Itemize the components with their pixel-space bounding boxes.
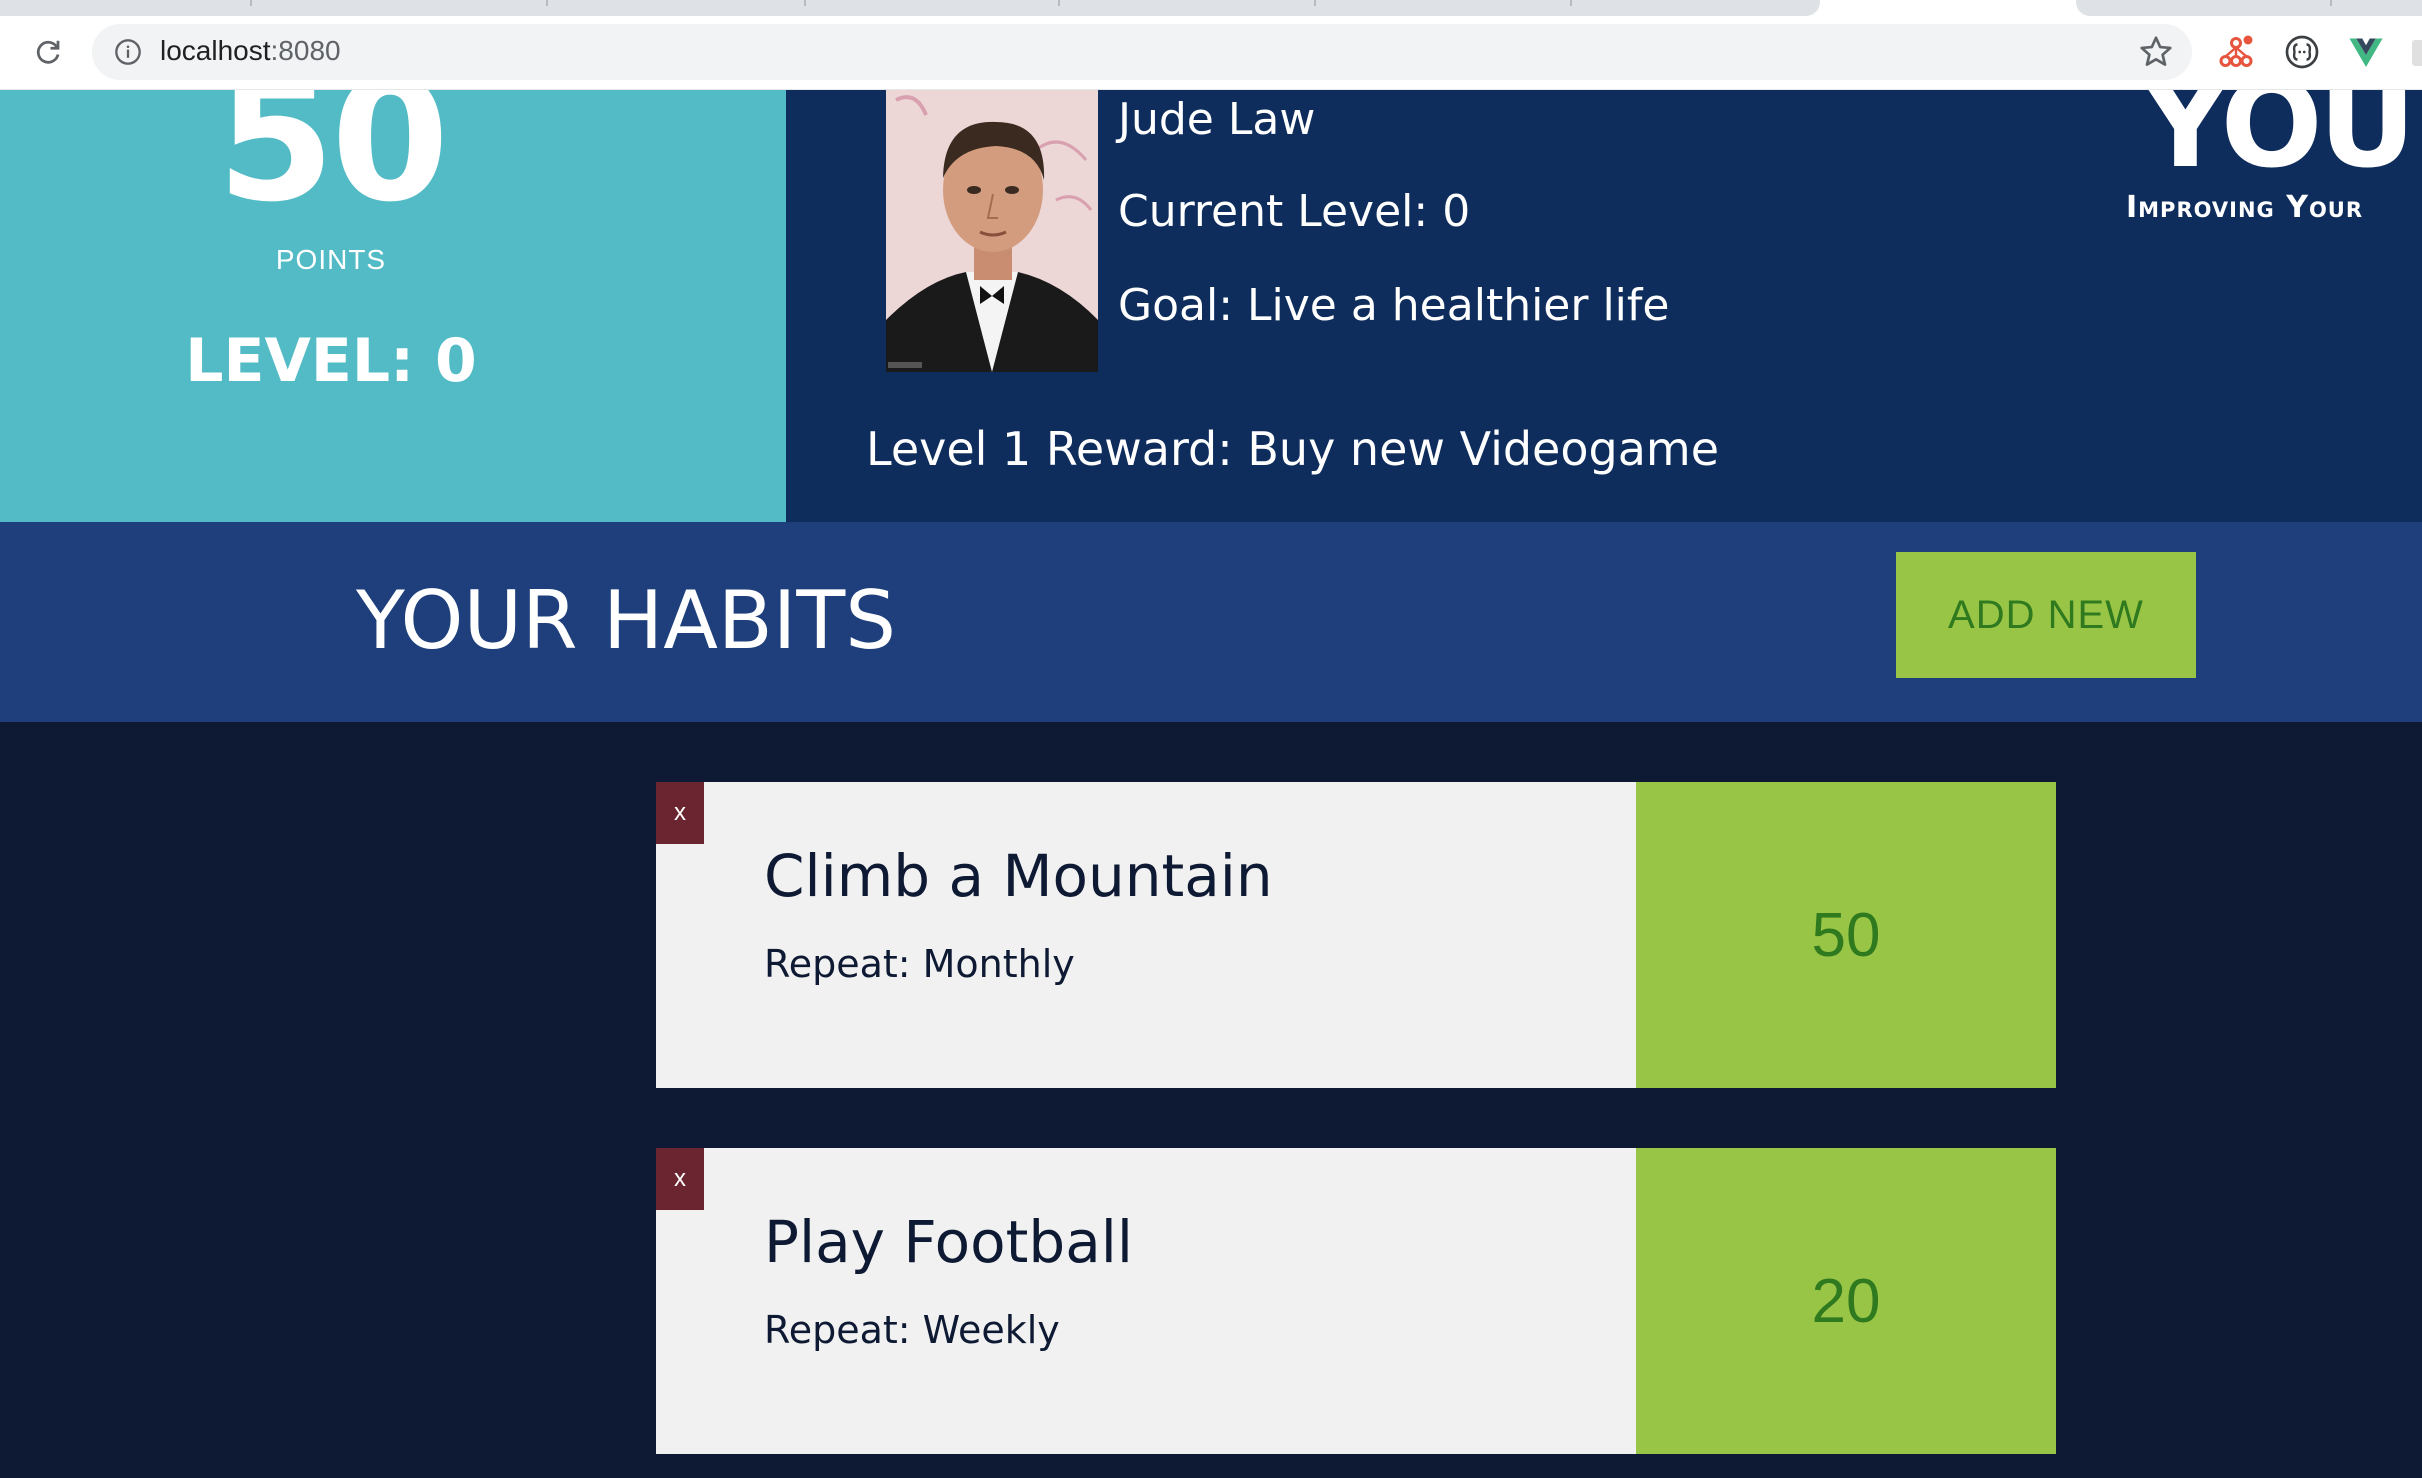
habit-points-button[interactable]: 50 bbox=[1636, 782, 2056, 1088]
reload-icon bbox=[36, 40, 60, 64]
url-text[interactable]: localhost:8080 bbox=[160, 35, 341, 67]
profile-panel: Jude Law Current Level: 0 Goal: Live a h… bbox=[786, 90, 2422, 522]
browser-toolbar: localhost:8080 bbox=[0, 0, 2422, 90]
habit-card[interactable]: x Climb a Mountain Repeat: Monthly 50 bbox=[656, 782, 2056, 1088]
level-reward: Level 1 Reward: Buy new Videogame bbox=[866, 422, 1719, 476]
level-indicator: LEVEL: 0 bbox=[185, 326, 477, 396]
points-panel: 50 POINTS LEVEL: 0 bbox=[0, 90, 786, 522]
add-new-button[interactable]: ADD NEW bbox=[1896, 552, 2196, 678]
profile-goal: Goal: Live a healthier life bbox=[1118, 280, 1670, 331]
extension-graph-icon[interactable] bbox=[2218, 34, 2254, 70]
points-label: POINTS bbox=[275, 244, 387, 275]
address-bar[interactable]: localhost:8080 bbox=[92, 24, 2192, 80]
profile-name: Jude Law bbox=[1118, 94, 1316, 145]
star-icon[interactable] bbox=[2138, 34, 2174, 70]
habit-name: Play Football bbox=[764, 1208, 1133, 1276]
extension-overflow-icon[interactable] bbox=[2412, 40, 2422, 66]
tab-strip bbox=[0, 0, 2422, 16]
reload-button[interactable] bbox=[28, 32, 68, 72]
tab-separator bbox=[546, 0, 548, 6]
inactive-tab-right[interactable] bbox=[2076, 0, 2422, 16]
extension-brackets-icon[interactable] bbox=[2284, 34, 2320, 70]
habit-card[interactable]: x Play Football Repeat: Weekly 20 bbox=[656, 1148, 2056, 1454]
habit-repeat: Repeat: Monthly bbox=[764, 942, 1075, 986]
points-value: 50 bbox=[216, 90, 450, 240]
habits-title: YOUR HABITS bbox=[356, 574, 897, 667]
tab-separator bbox=[1570, 0, 1572, 6]
url-port: :8080 bbox=[270, 35, 341, 66]
habits-header: YOUR HABITS ADD NEW bbox=[0, 522, 2422, 722]
info-icon[interactable] bbox=[114, 38, 142, 66]
profile-photo-image bbox=[886, 90, 1098, 372]
tab-separator bbox=[2330, 0, 2332, 6]
habit-points-button[interactable]: 20 bbox=[1636, 1148, 2056, 1454]
delete-habit-button[interactable]: x bbox=[656, 1148, 704, 1210]
tab-separator bbox=[804, 0, 806, 6]
url-host: localhost bbox=[160, 35, 271, 66]
profile-current-level: Current Level: 0 bbox=[1118, 186, 1471, 237]
vue-devtools-icon[interactable] bbox=[2348, 34, 2384, 70]
hero-subtitle: Improving Your bbox=[2126, 190, 2364, 225]
habit-name: Climb a Mountain bbox=[764, 842, 1273, 910]
delete-habit-button[interactable]: x bbox=[656, 782, 704, 844]
page: 50 POINTS LEVEL: 0 Jude Law Current Leve… bbox=[0, 90, 2422, 1478]
habit-repeat: Repeat: Weekly bbox=[764, 1308, 1060, 1352]
tab-separator bbox=[250, 0, 252, 6]
inactive-tabs[interactable] bbox=[0, 0, 1820, 16]
profile-photo bbox=[886, 90, 1098, 372]
tab-separator bbox=[1314, 0, 1316, 6]
tab-separator bbox=[1058, 0, 1060, 6]
hero-title: YOU V bbox=[2142, 90, 2422, 195]
